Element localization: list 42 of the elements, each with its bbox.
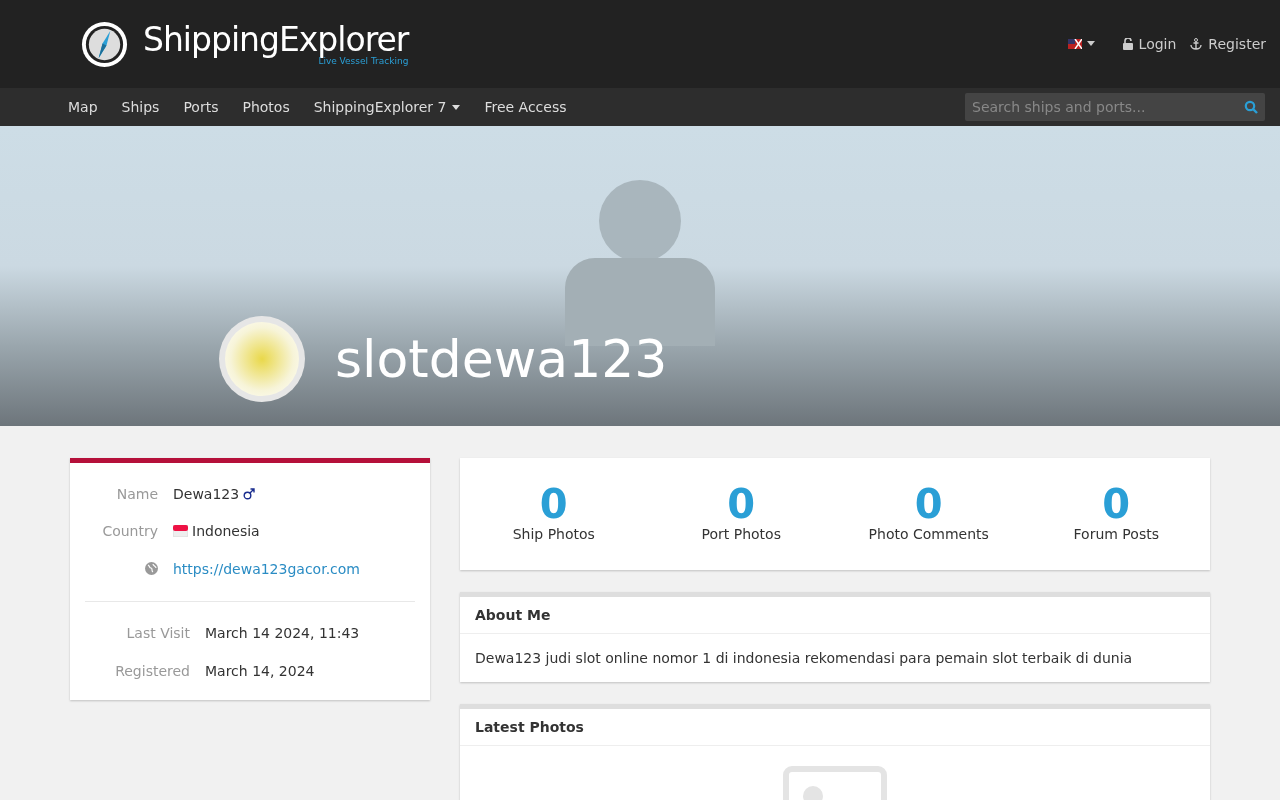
nav-link[interactable]: ShippingExplorer 7 — [313, 99, 461, 115]
nav-link[interactable]: Free Access — [484, 99, 567, 115]
search-icon[interactable] — [1244, 100, 1258, 114]
stat-value: 0 — [727, 480, 756, 528]
language-dropdown[interactable] — [1067, 38, 1095, 49]
lock-icon — [1122, 37, 1133, 50]
country-value: Indonesia — [192, 523, 260, 540]
about-text: Dewa123 judi slot online nomor 1 di indonesia rekomendasi para pemain slot terbaik di dunia — [474, 649, 1134, 668]
login-link[interactable]: Login — [1122, 35, 1177, 52]
stat-value: 0 — [539, 480, 568, 528]
stat-label: Forum Posts — [1073, 526, 1159, 542]
flag-icon — [173, 525, 188, 538]
nav-link[interactable]: Ports — [183, 99, 219, 115]
nav-link[interactable]: Map — [68, 99, 98, 115]
date-value: March 14 2024, 11:43 — [205, 624, 360, 641]
panel-title: About Me — [475, 607, 551, 623]
date-value: March 14, 2024 — [205, 662, 315, 679]
nav-link[interactable]: Photos — [242, 99, 290, 115]
name-value: Dewa123 — [173, 485, 240, 502]
panel-title: Latest Photos — [475, 719, 584, 735]
stat-label: Photo Comments — [868, 526, 989, 542]
field-label: Country — [102, 523, 158, 540]
field-label: Last Visit — [125, 624, 190, 641]
brand-tagline: Live Vessel Tracking — [318, 56, 409, 66]
search-field[interactable]: Search ships and ports... — [965, 93, 1265, 121]
anchor-icon — [1190, 37, 1203, 50]
brand-name[interactable]: ShippingExplorer — [143, 22, 409, 58]
compass-logo-icon[interactable] — [80, 19, 129, 69]
stat-value: 0 — [1102, 480, 1131, 528]
stat-label: Ship Photos — [512, 526, 595, 542]
field-label: Name — [116, 485, 158, 502]
field-label: Registered — [114, 662, 190, 679]
username-title: slotdewa123 — [335, 329, 668, 389]
stat-label: Port Photos — [701, 526, 781, 542]
nav-link[interactable]: Ships — [121, 99, 160, 115]
register-link[interactable]: Register — [1190, 35, 1266, 52]
stat-value: 0 — [914, 480, 943, 528]
globe-icon — [145, 562, 158, 576]
caret-icon — [1086, 41, 1095, 46]
flag-icon — [1067, 38, 1082, 49]
website-link[interactable]: https://dewa123gacor.com — [173, 560, 360, 577]
male-symbol-icon — [243, 487, 256, 500]
